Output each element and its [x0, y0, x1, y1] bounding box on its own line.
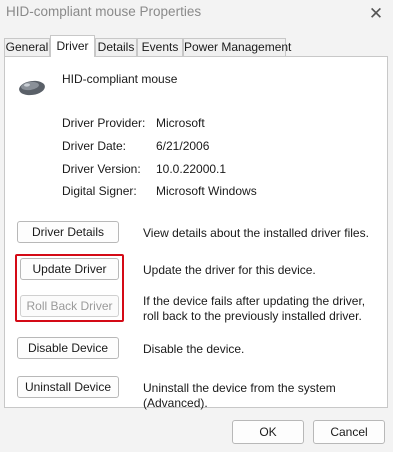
- window-title: HID-compliant mouse Properties: [6, 4, 202, 19]
- driver-version-value: 10.0.22000.1: [156, 162, 227, 176]
- mouse-icon: [19, 80, 45, 96]
- update-driver-button[interactable]: Update Driver: [20, 258, 119, 280]
- tab-driver[interactable]: Driver: [50, 35, 95, 57]
- driver-date-label: Driver Date:: [62, 139, 127, 153]
- driver-version-label: Driver Version:: [62, 162, 141, 176]
- driver-provider-label: Driver Provider:: [62, 116, 146, 130]
- tab-bar: General Driver Details Events Power Mana…: [0, 35, 393, 57]
- disable-device-description: Disable the device.: [143, 342, 245, 356]
- tab-details[interactable]: Details: [95, 38, 137, 56]
- driver-date-value: 6/21/2006: [156, 139, 210, 153]
- driver-details-button[interactable]: Driver Details: [17, 221, 119, 243]
- cancel-button[interactable]: Cancel: [313, 420, 385, 444]
- ok-button[interactable]: OK: [232, 420, 304, 444]
- roll-back-driver-description: If the device fails after updating the d…: [143, 294, 366, 323]
- tab-general[interactable]: General: [4, 38, 50, 56]
- device-name: HID-compliant mouse: [62, 72, 178, 86]
- close-icon[interactable]: ✕: [366, 3, 386, 23]
- tab-power-management[interactable]: Power Management: [183, 38, 291, 56]
- uninstall-device-description: Uninstall the device from the system (Ad…: [143, 381, 336, 410]
- roll-back-driver-button[interactable]: Roll Back Driver: [20, 295, 119, 317]
- tab-events[interactable]: Events: [137, 38, 183, 56]
- update-driver-description: Update the driver for this device.: [143, 263, 316, 277]
- uninstall-device-button[interactable]: Uninstall Device: [17, 376, 119, 398]
- digital-signer-value: Microsoft Windows: [156, 184, 257, 198]
- disable-device-button[interactable]: Disable Device: [17, 337, 119, 359]
- digital-signer-label: Digital Signer:: [62, 184, 137, 198]
- driver-provider-value: Microsoft: [156, 116, 205, 130]
- driver-details-description: View details about the installed driver …: [143, 226, 369, 240]
